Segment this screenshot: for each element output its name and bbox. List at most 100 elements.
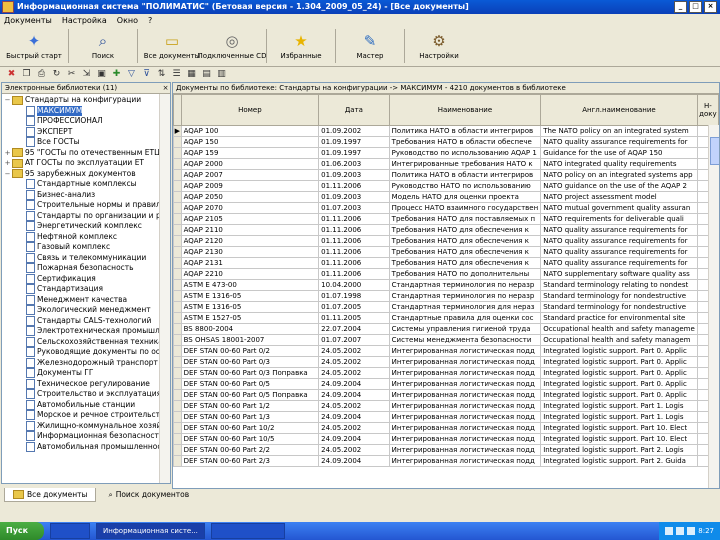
- menu-window[interactable]: Окно: [117, 16, 138, 25]
- table-row[interactable]: AQAP 2130 01.11.2006 Требования НАТО для о…: [173, 246, 719, 258]
- refresh-icon[interactable]: ↻: [51, 69, 62, 80]
- tray-icon[interactable]: [665, 527, 674, 535]
- table-row[interactable]: DEF STAN 00-60 Part 10/2 24.05.2002 Интегр…: [173, 422, 719, 434]
- tree-node[interactable]: Сельскохозяйственная техника: [2, 337, 170, 348]
- table-scrollbar[interactable]: [708, 125, 719, 488]
- quick-start-button[interactable]: ✦ Быстрый старт: [4, 26, 64, 66]
- start-button[interactable]: Пуск: [0, 522, 44, 540]
- table-row[interactable]: ASTM E 473-00 10.04.2000 Стандартная терми…: [173, 279, 719, 291]
- tree-node[interactable]: Пожарная безопасность: [2, 263, 170, 274]
- connected-cd-button[interactable]: ◎ Подключенные CD: [198, 26, 267, 66]
- list-view-icon[interactable]: ☰: [171, 69, 182, 80]
- tree-node[interactable]: Сертификация: [2, 274, 170, 285]
- table-row[interactable]: ▶ AQAP 100 01.09.2002 Политика НАТО в облас…: [173, 125, 719, 137]
- table-row[interactable]: DEF STAN 00-60 Part 2/2 24.05.2002 Интегри…: [173, 444, 719, 456]
- taskbar-item-blank[interactable]: [50, 523, 90, 539]
- tab-all-documents[interactable]: Все документы: [4, 488, 97, 502]
- table-row[interactable]: BS OHSAS 18001-2007 01.07.2007 Системы мен…: [173, 334, 719, 346]
- taskbar-item-polimatis[interactable]: Информационная систе...: [96, 523, 205, 539]
- favorites-button[interactable]: ★ Избранные: [271, 26, 331, 66]
- expand-icon[interactable]: +: [4, 148, 11, 159]
- tree-node[interactable]: Техническое регулирование: [2, 379, 170, 390]
- table-row[interactable]: DEF STAN 00-60 Part 0/2 24.05.2002 Интегри…: [173, 345, 719, 357]
- table-row[interactable]: DEF STAN 00-60 Part 0/3 24.05.2002 Интегри…: [173, 356, 719, 368]
- collapse-icon[interactable]: −: [4, 169, 11, 180]
- export-icon[interactable]: ⇲: [81, 69, 92, 80]
- tree-node[interactable]: Связь и телекоммуникации: [2, 253, 170, 264]
- wizard-button[interactable]: ✎ Мастер: [340, 26, 400, 66]
- tree-node[interactable]: − Стандарты на конфигурации: [2, 95, 170, 106]
- tree-node[interactable]: Электротехническая промышл: [2, 326, 170, 337]
- minimize-button[interactable]: _: [674, 1, 687, 13]
- column-header-english-name[interactable]: Англ.наименование: [540, 94, 698, 126]
- tree-node[interactable]: Жилищно-коммунальное хозяйство: [2, 421, 170, 432]
- tree-node[interactable]: +95 "ГОСТы по отечественным ЕТЦ": [2, 148, 170, 159]
- table-row[interactable]: AQAP 2070 01.07.2003 Процесс НАТО взаимног…: [173, 202, 719, 214]
- table-row[interactable]: AQAP 2000 01.06.2003 Интегрированные требо…: [173, 158, 719, 170]
- copy-icon[interactable]: ❐: [21, 69, 32, 80]
- delete-icon[interactable]: ✖: [6, 69, 17, 80]
- table-row[interactable]: AQAP 159 01.09.1997 Руководство по использ…: [173, 147, 719, 159]
- table-row[interactable]: AQAP 2131 01.11.2006 Требования НАТО для о…: [173, 257, 719, 269]
- columns-icon[interactable]: ▥: [216, 69, 227, 80]
- close-icon[interactable]: ×: [161, 83, 170, 93]
- tree-node[interactable]: Энергетический комплекс: [2, 221, 170, 232]
- tree-node[interactable]: ЭКСПЕРТ: [2, 127, 170, 138]
- tree-node[interactable]: + AT ГОСТы по эксплуатации ЕТ: [2, 158, 170, 169]
- column-header-date[interactable]: Дата: [318, 94, 390, 126]
- settings-button[interactable]: ⚙ Настройки: [409, 26, 469, 66]
- tray-icon[interactable]: [676, 527, 685, 535]
- table-row[interactable]: DEF STAN 00-60 Part 0/5 Поправка 24.09.20…: [173, 389, 719, 401]
- search-button[interactable]: ⌕ Поиск: [73, 26, 133, 66]
- details-view-icon[interactable]: ▤: [201, 69, 212, 80]
- tree-node[interactable]: Автомобильные станции: [2, 400, 170, 411]
- tray-icon[interactable]: [687, 527, 696, 535]
- filter-icon[interactable]: ▽: [126, 69, 137, 80]
- table-row[interactable]: AQAP 2110 01.11.2006 Требования НАТО для о…: [173, 224, 719, 236]
- expand-icon[interactable]: +: [4, 158, 11, 169]
- sort-icon[interactable]: ⇅: [156, 69, 167, 80]
- table-row[interactable]: BS 8800-2004 22.07.2004 Системы управления…: [173, 323, 719, 335]
- tree-node[interactable]: Стандартные комплексы: [2, 179, 170, 190]
- tree-node[interactable]: Менеджмент качества: [2, 295, 170, 306]
- table-row[interactable]: ASTM E 1316-05 01.07.1998 Стандартная терм…: [173, 290, 719, 302]
- maximize-button[interactable]: □: [689, 1, 702, 13]
- table-row[interactable]: DEF STAN 00-60 Part 0/3 Поправка 24.05.20…: [173, 367, 719, 379]
- tree-node[interactable]: Бизнес-анализ: [2, 190, 170, 201]
- menu-help[interactable]: ?: [148, 16, 152, 25]
- table-row[interactable]: AQAP 2105 01.11.2006 Требования НАТО для п…: [173, 213, 719, 225]
- tree-node[interactable]: Нефтяной комплекс: [2, 232, 170, 243]
- tree-node[interactable]: ПРОФЕССИОНАЛ: [2, 116, 170, 127]
- taskbar-item-blank-2[interactable]: [210, 523, 285, 539]
- tree-node[interactable]: Информационная безопасность: [2, 431, 170, 442]
- menu-documents[interactable]: Документы: [4, 16, 52, 25]
- close-button[interactable]: ×: [704, 1, 717, 13]
- table-row[interactable]: AQAP 2210 01.11.2006 Требования НАТО по до…: [173, 268, 719, 280]
- table-row[interactable]: DEF STAN 00-60 Part 1/2 24.05.2002 Интегри…: [173, 400, 719, 412]
- save-icon[interactable]: ▣: [96, 69, 107, 80]
- tab-search-documents[interactable]: ⌕ Поиск документов: [100, 488, 197, 501]
- tree-node[interactable]: Стандартизация: [2, 284, 170, 295]
- grid-view-icon[interactable]: ▦: [186, 69, 197, 80]
- table-row[interactable]: AQAP 150 01.09.1997 Требования НАТО в обла…: [173, 136, 719, 148]
- table-row[interactable]: DEF STAN 00-60 Part 10/5 24.09.2004 Интегр…: [173, 433, 719, 445]
- table-row[interactable]: DEF STAN 00-60 Part 1/3 24.09.2004 Интегри…: [173, 411, 719, 423]
- table-row[interactable]: ASTM E 1527-05 01.11.2005 Стандартные прав…: [173, 312, 719, 324]
- table-row[interactable]: DEF STAN 00-60 Part 0/5 24.09.2004 Интегри…: [173, 378, 719, 390]
- filter-add-icon[interactable]: ⊽: [141, 69, 152, 80]
- tree-node[interactable]: МАКСИМУМ: [2, 105, 170, 116]
- print-icon[interactable]: ⎙: [36, 69, 47, 80]
- scrollbar-thumb[interactable]: [710, 137, 719, 165]
- tree-node[interactable]: Все ГОСТы: [2, 137, 170, 148]
- tree-node[interactable]: Железнодорожный транспорт: [2, 358, 170, 369]
- tree-node[interactable]: Экологический менеджмент: [2, 305, 170, 316]
- table-row[interactable]: ASTM E 1316-05 01.07.2005 Стандартная терм…: [173, 301, 719, 313]
- tree-node[interactable]: Строительство и эксплуатация: [2, 389, 170, 400]
- all-documents-button[interactable]: ▭ Все документы: [142, 26, 202, 66]
- column-header-name[interactable]: Наименование: [388, 94, 542, 126]
- tree-node[interactable]: Строительные нормы и правила: [2, 200, 170, 211]
- tree-node[interactable]: − 95 зарубежных документов: [2, 169, 170, 180]
- table-row[interactable]: AQAP 2050 01.09.2003 Модель НАТО для оценк…: [173, 191, 719, 203]
- table-row[interactable]: AQAP 2009 01.11.2006 Руководство НАТО по и…: [173, 180, 719, 192]
- table-row[interactable]: DEF STAN 00-60 Part 2/3 24.09.2004 Интегри…: [173, 455, 719, 467]
